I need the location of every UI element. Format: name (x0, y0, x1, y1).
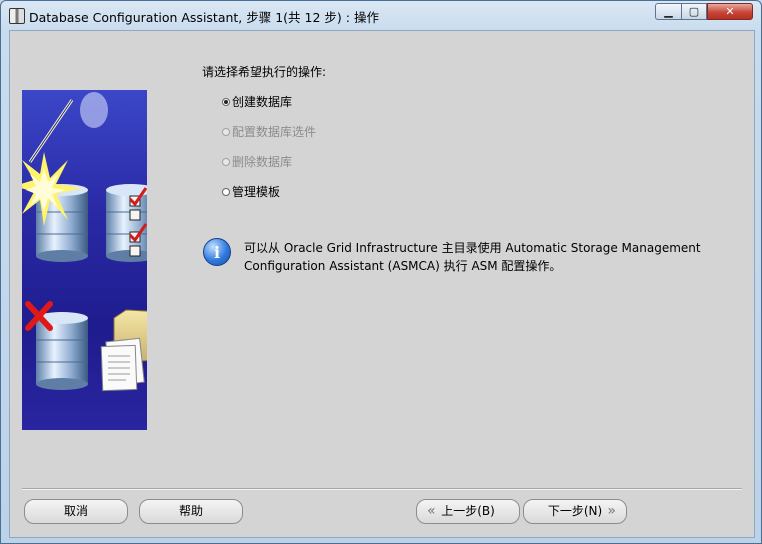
app-icon (9, 8, 25, 24)
option-label: 管理模板 (232, 185, 281, 199)
back-button[interactable]: « 上一步(B) (416, 499, 520, 524)
radio-configure-database-options[interactable] (222, 128, 230, 136)
next-button[interactable]: 下一步(N) » (523, 499, 627, 524)
wizard-illustration (22, 90, 147, 430)
close-button[interactable]: ✕ (707, 3, 753, 20)
button-separator (22, 488, 742, 490)
option-manage-templates[interactable]: 管理模板 (222, 183, 280, 200)
operation-prompt: 请选择希望执行的操作: (202, 65, 327, 79)
asm-info-message: 可以从 Oracle Grid Infrastructure 主目录使用 Aut… (244, 241, 701, 273)
minimize-button[interactable]: ▁ (655, 3, 682, 20)
dbca-window: Database Configuration Assistant, 步骤 1(共… (0, 0, 762, 544)
window-title: Database Configuration Assistant, 步骤 1(共… (29, 10, 379, 25)
info-icon: i (203, 238, 231, 266)
back-button-label: 上一步(B) (441, 504, 495, 518)
option-delete-database[interactable]: 删除数据库 (222, 153, 292, 170)
help-button[interactable]: 帮助 (139, 499, 243, 524)
option-configure-database-options[interactable]: 配置数据库选件 (222, 123, 316, 140)
database-illustration-icon (22, 92, 147, 392)
option-label: 删除数据库 (232, 155, 293, 169)
maximize-button[interactable]: ▢ (681, 3, 707, 20)
chevron-left-icon: « (427, 503, 436, 519)
dialog-client-area: 请选择希望执行的操作: 创建数据库 配置数据库选件 删除数据库 管理模板 i 可… (9, 30, 755, 538)
title-bar[interactable]: Database Configuration Assistant, 步骤 1(共… (1, 1, 761, 29)
next-button-label: 下一步(N) (547, 504, 603, 518)
option-label: 创建数据库 (232, 95, 293, 109)
radio-create-database[interactable] (222, 98, 230, 106)
radio-delete-database[interactable] (222, 158, 230, 166)
chevron-right-icon: » (607, 503, 616, 519)
option-create-database[interactable]: 创建数据库 (222, 93, 292, 110)
cancel-button[interactable]: 取消 (24, 499, 128, 524)
radio-manage-templates[interactable] (222, 188, 230, 196)
option-label: 配置数据库选件 (232, 125, 317, 139)
